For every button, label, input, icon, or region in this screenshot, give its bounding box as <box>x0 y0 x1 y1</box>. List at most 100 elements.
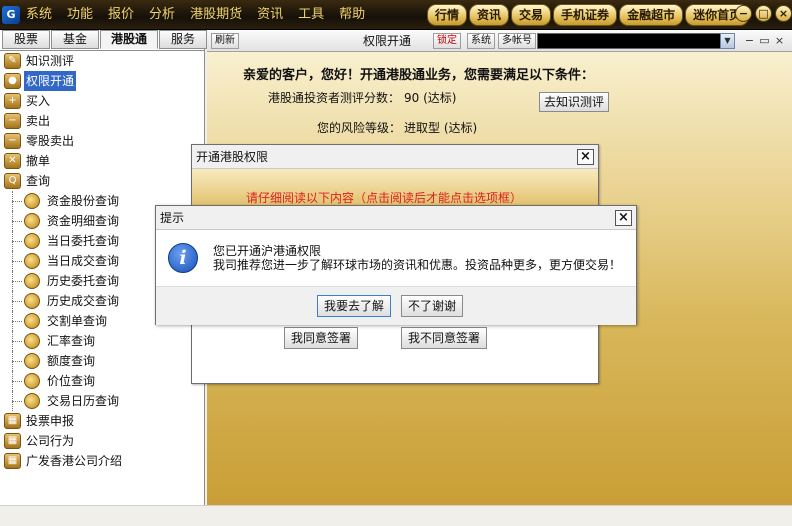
window-controls: − □ × <box>735 5 792 22</box>
menu-tools[interactable]: 工具 <box>298 0 324 30</box>
quick-buttons: 行情 资讯 交易 手机证券 金融超市 迷你首页 <box>427 4 750 26</box>
close-icon[interactable]: × <box>773 34 786 48</box>
system-button[interactable]: 系统 <box>467 33 495 49</box>
query-icon <box>24 213 40 229</box>
maximize-icon[interactable]: □ <box>755 5 772 22</box>
tree-item-label: 额度查询 <box>47 354 96 368</box>
news-button[interactable]: 资讯 <box>469 4 510 26</box>
grid-icon: ▦ <box>4 413 21 429</box>
buy-icon: + <box>4 93 21 109</box>
tree-item-label: 知识测评 <box>26 54 75 68</box>
query-icon <box>24 353 40 369</box>
dialog-body: i 您已开通沪港通权限 我司推荐您进一步了解环球市场的资讯和优惠。投资品种更多，… <box>156 230 636 286</box>
tree-item-vote[interactable]: ▦ 投票申报 <box>0 411 205 431</box>
tree-item-query[interactable]: Q 查询 <box>0 171 205 191</box>
user-icon: ● <box>4 73 21 89</box>
query-icon <box>24 193 40 209</box>
tab-stocks[interactable]: 股票 <box>2 30 50 49</box>
mobile-securities-button[interactable]: 手机证券 <box>553 4 618 26</box>
cancel-order-icon: ✕ <box>4 153 21 169</box>
tree-item-company-intro[interactable]: ▦ 广发香港公司介绍 <box>0 451 205 471</box>
query-icon: Q <box>4 173 21 189</box>
chevron-down-icon[interactable]: ▼ <box>720 33 735 49</box>
query-icon <box>24 333 40 349</box>
query-icon <box>24 313 40 329</box>
close-icon[interactable]: × <box>775 5 792 22</box>
minimize-icon[interactable]: − <box>743 34 756 48</box>
info-icon: i <box>168 243 198 273</box>
minimize-icon[interactable]: − <box>735 5 752 22</box>
risk-label: 您的风险等级： <box>317 121 402 135</box>
tree-item-label: 汇率查询 <box>47 334 96 348</box>
query-icon <box>24 293 40 309</box>
tree-item-trade-calendar-query[interactable]: 交易日历查询 <box>0 391 205 411</box>
menu-quote[interactable]: 报价 <box>108 0 134 30</box>
tree-item-label: 当日成交查询 <box>47 254 120 268</box>
finance-market-button[interactable]: 金融超市 <box>619 4 684 26</box>
sell-icon: − <box>4 113 21 129</box>
refresh-button[interactable]: 刷新 <box>211 33 239 49</box>
dialog-title: 提示 <box>156 206 636 230</box>
lock-button[interactable]: 锁定 <box>433 33 461 49</box>
agree-sign-button[interactable]: 我同意签署 <box>284 327 359 349</box>
tree-item-sell[interactable]: − 卖出 <box>0 111 205 131</box>
tree-item-label: 历史委托查询 <box>47 274 120 288</box>
no-thanks-button[interactable]: 不了谢谢 <box>401 295 464 317</box>
score-value: 90 (达标) <box>404 91 457 105</box>
tree-item-label: 价位查询 <box>47 374 96 388</box>
tip-dialog: 提示 × i 您已开通沪港通权限 我司推荐您进一步了解环球市场的资讯和优惠。投资… <box>155 205 637 325</box>
close-icon[interactable]: × <box>615 210 632 226</box>
left-tabs: 股票 基金 港股通 服务 <box>2 30 207 50</box>
message-line-2: 我司推荐您进一步了解环球市场的资讯和优惠。投资品种更多，更方便交易！ <box>213 258 622 272</box>
tab-services[interactable]: 服务 <box>159 30 207 49</box>
tree-item-label: 权限开通 <box>24 71 77 91</box>
tree-item-label: 交割单查询 <box>47 314 108 328</box>
tree-item-label: 资金股份查询 <box>47 194 120 208</box>
tree-item-odd-lot-sell[interactable]: − 零股卖出 <box>0 131 205 151</box>
top-menu-bar: G 系统 功能 报价 分析 港股期货 资讯 工具 帮助 行情 资讯 交易 手机证… <box>0 0 792 30</box>
risk-value: 进取型 (达标) <box>404 121 478 135</box>
close-icon[interactable]: × <box>577 149 594 165</box>
tree-item-buy[interactable]: + 买入 <box>0 91 205 111</box>
menu-help[interactable]: 帮助 <box>339 0 365 30</box>
grid-icon: ▦ <box>4 453 21 469</box>
tree-item-corporate-action[interactable]: ▦ 公司行为 <box>0 431 205 451</box>
dialog-footer: 我要去了解 不了谢谢 <box>156 286 636 325</box>
disagree-sign-button[interactable]: 我不同意签署 <box>401 327 488 349</box>
restore-icon[interactable]: ▭ <box>758 34 771 48</box>
odd-lot-sell-icon: − <box>4 133 21 149</box>
learn-more-button[interactable]: 我要去了解 <box>317 295 392 317</box>
tree-item-label: 广发香港公司介绍 <box>26 454 123 468</box>
tree-item-price-level-query[interactable]: 价位查询 <box>0 371 205 391</box>
tree-item-label: 交易日历查询 <box>47 394 120 408</box>
tab-funds[interactable]: 基金 <box>51 30 99 49</box>
menu-news[interactable]: 资讯 <box>257 0 283 30</box>
tab-hk-connect[interactable]: 港股通 <box>100 30 158 49</box>
knowledge-test-button[interactable]: 去知识测评 <box>539 92 610 112</box>
tree-item-knowledge-test[interactable]: ✎ 知识测评 <box>0 51 205 71</box>
tree-item-label: 投票申报 <box>26 414 75 428</box>
main-toolbar: 刷新 权限开通 锁定 系统 多帐号 ▼ − ▭ × <box>207 30 792 52</box>
account-select[interactable] <box>537 33 735 49</box>
market-button[interactable]: 行情 <box>427 4 468 26</box>
tree-item-exchange-rate-query[interactable]: 汇率查询 <box>0 331 205 351</box>
tree-item-cancel-order[interactable]: ✕ 撤单 <box>0 151 205 171</box>
main-menu: 系统 功能 报价 分析 港股期货 资讯 工具 帮助 <box>26 0 380 30</box>
menu-system[interactable]: 系统 <box>26 0 52 30</box>
tree-item-label: 卖出 <box>26 114 51 128</box>
tree-item-quota-query[interactable]: 额度查询 <box>0 351 205 371</box>
tree-item-label: 公司行为 <box>26 434 75 448</box>
grid-icon: ▦ <box>4 433 21 449</box>
tree-item-label: 资金明细查询 <box>47 214 120 228</box>
multi-account-button[interactable]: 多帐号 <box>498 33 536 49</box>
tree-item-permission-open[interactable]: ● 权限开通 <box>0 71 205 91</box>
menu-analysis[interactable]: 分析 <box>149 0 175 30</box>
trade-button[interactable]: 交易 <box>511 4 552 26</box>
greeting-text: 亲爱的客户，您好！开通港股通业务，您需要满足以下条件： <box>243 68 595 83</box>
query-icon <box>24 273 40 289</box>
menu-hk-futures[interactable]: 港股期货 <box>190 0 242 30</box>
tree-item-label: 查询 <box>26 174 51 188</box>
menu-function[interactable]: 功能 <box>67 0 93 30</box>
tree-item-label: 历史成交查询 <box>47 294 120 308</box>
exam-icon: ✎ <box>4 53 21 69</box>
